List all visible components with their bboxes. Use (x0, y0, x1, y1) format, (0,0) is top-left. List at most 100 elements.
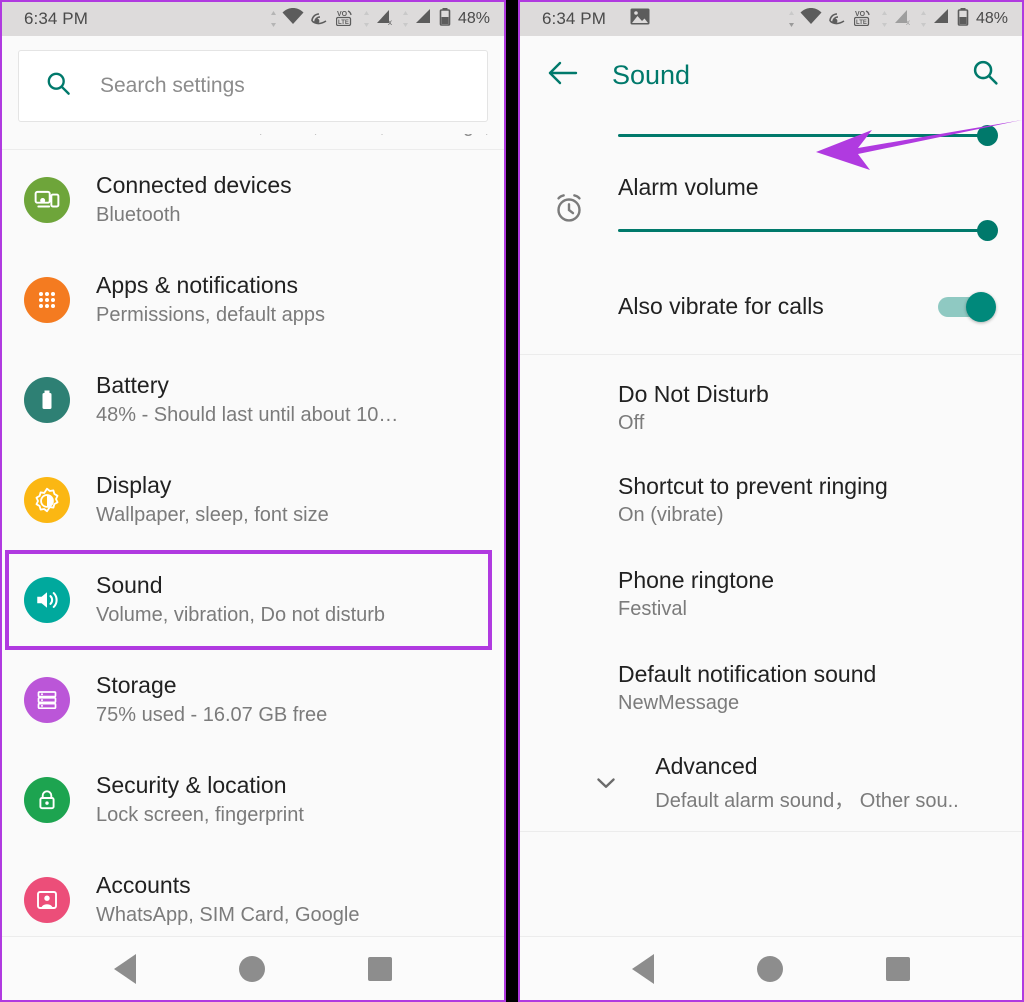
slider-track[interactable] (618, 219, 998, 241)
row-text: Accounts WhatsApp, SIM Card, Google (96, 872, 359, 928)
settings-list[interactable]: Network & internet, Wi-Fi, mobile, data … (2, 134, 504, 936)
row-subtitle: Bluetooth (96, 203, 181, 226)
left-phone-panel: 6:34 PM VO LTE x 48% Search settings Con… (0, 0, 506, 1002)
pref-subtitle: On (vibrate) (618, 504, 724, 526)
row-title: Security & location (96, 772, 287, 799)
panel-divider (506, 0, 518, 1002)
signal-icon (932, 8, 952, 31)
pref-row-advanced[interactable]: Advanced Default alarm sound， Other sou.… (520, 735, 1022, 832)
slider-track[interactable] (618, 124, 998, 146)
row-subtitle: WhatsApp, SIM Card, Google (96, 903, 360, 926)
pref-row-default-notification-sound[interactable]: Default notification sound NewMessage (520, 641, 1022, 735)
pref-row-phone-ringtone[interactable]: Phone ringtone Festival (520, 547, 1022, 641)
row-text: Sound Volume, vibration, Do not disturb (96, 572, 385, 628)
alarm-volume-row[interactable]: Alarm volume (520, 150, 1022, 263)
settings-row-display[interactable]: Display Wallpaper, sleep, font size (2, 450, 504, 550)
slider-bar (618, 133, 996, 137)
row-title: Battery (96, 372, 169, 399)
settings-row-storage[interactable]: Storage 75% used - 16.07 GB free (2, 650, 504, 750)
svg-text:LTE: LTE (856, 20, 867, 26)
row-text: Apps & notifications Permissions, defaul… (96, 272, 325, 328)
pref-title: Do Not Disturb (618, 381, 769, 407)
data-transfer-icon-3 (920, 11, 927, 27)
image-icon (630, 8, 650, 30)
battery-icon (439, 7, 451, 31)
sound-settings-list[interactable]: Alarm volume Also vibrate for calls Do N… (520, 114, 1022, 936)
battery-percent: 48% (457, 10, 490, 27)
data-transfer-icon-2 (363, 11, 370, 27)
hotspot-icon (827, 8, 849, 31)
home-circle-icon[interactable] (238, 955, 265, 982)
right-phone-panel: 6:34 PM VO LTE x 48% Sound Alarm volume … (518, 0, 1024, 1002)
row-subtitle: 75% used - 16.07 GB free (96, 703, 328, 726)
back-arrow-icon[interactable] (548, 60, 578, 91)
home-circle-icon[interactable] (756, 955, 783, 982)
search-placeholder: Search settings (100, 74, 245, 97)
settings-row-battery[interactable]: Battery 48% - Should last until about 10… (2, 350, 504, 450)
search-icon[interactable] (971, 58, 1000, 92)
row-title: Storage (96, 672, 177, 699)
account-icon (24, 877, 70, 923)
back-triangle-icon[interactable] (113, 953, 136, 984)
signal-no-service-icon: x (375, 8, 397, 31)
search-input[interactable]: Search settings (18, 50, 488, 122)
settings-row-apps-notifications[interactable]: Apps & notifications Permissions, defaul… (2, 250, 504, 350)
row-subtitle: Permissions, default apps (96, 303, 326, 326)
cut-off-list-row: Network & internet, Wi-Fi, mobile, data … (2, 134, 504, 150)
apps-grid-icon (24, 277, 70, 323)
recents-square-icon[interactable] (886, 956, 911, 981)
slider-knob[interactable] (977, 219, 998, 241)
status-time: 6:34 PM (24, 9, 89, 28)
brightness-icon (24, 477, 70, 523)
app-bar: Sound (520, 36, 1022, 114)
advanced-text: Advanced Default alarm sound， Other sou.… (655, 753, 958, 813)
volte-icon: VO LTE (853, 8, 876, 31)
battery-percent: 48% (975, 10, 1008, 27)
wifi-icon (282, 7, 304, 31)
nav-bar-left[interactable] (2, 936, 504, 1000)
pref-subtitle: NewMessage (618, 692, 740, 714)
pref-subtitle: Festival (618, 598, 687, 620)
wifi-icon (800, 7, 822, 31)
chevron-down-icon[interactable] (583, 769, 629, 797)
slider-bar (618, 228, 996, 232)
status-bar-left: 6:34 PM VO LTE x 48% (2, 2, 504, 36)
volume-icon (24, 577, 70, 623)
ring-volume-slider-clipped[interactable] (520, 114, 1022, 150)
settings-row-connected-devices[interactable]: Connected devices Bluetooth (2, 150, 504, 250)
status-bar-right: 6:34 PM VO LTE x 48% (520, 2, 1022, 36)
lock-icon (24, 777, 70, 823)
pref-row-do-not-disturb[interactable]: Do Not Disturb Off (520, 355, 1022, 453)
row-title: Apps & notifications (96, 272, 299, 299)
pref-row-shortcut-prevent-ringing[interactable]: Shortcut to prevent ringing On (vibrate) (520, 453, 1022, 547)
back-triangle-icon[interactable] (631, 953, 654, 984)
vibrate-toggle-switch[interactable] (938, 291, 996, 322)
signal-no-service-icon: x (893, 8, 915, 31)
hotspot-icon (309, 8, 331, 31)
slider-knob[interactable] (977, 124, 998, 146)
status-time: 6:34 PM (542, 9, 607, 28)
nav-bar-right[interactable] (520, 936, 1022, 1000)
pref-title: Advanced (655, 753, 758, 779)
alarm-slider-body[interactable]: Alarm volume (618, 174, 998, 241)
data-transfer-icon (270, 11, 277, 27)
connected-devices-icon (24, 177, 70, 223)
row-title: Display (96, 472, 172, 499)
status-icons-right: VO LTE x 48% (788, 7, 1008, 31)
settings-row-accounts[interactable]: Accounts WhatsApp, SIM Card, Google (2, 850, 504, 936)
vibrate-toggle-label: Also vibrate for calls (618, 293, 824, 319)
screenshot-stage: 6:34 PM VO LTE x 48% Search settings Con… (0, 0, 1024, 1002)
status-icons-left: VO LTE x 48% (270, 7, 490, 31)
row-text: Display Wallpaper, sleep, font size (96, 472, 329, 528)
pref-subtitle: Off (618, 412, 645, 434)
recents-square-icon[interactable] (368, 956, 393, 981)
settings-row-sound[interactable]: Sound Volume, vibration, Do not disturb (2, 550, 504, 650)
battery-icon (24, 377, 70, 423)
row-title: Connected devices (96, 172, 292, 199)
row-text: Connected devices Bluetooth (96, 172, 292, 228)
data-transfer-icon-2 (881, 11, 888, 27)
signal-icon (414, 8, 434, 31)
settings-row-security-location[interactable]: Security & location Lock screen, fingerp… (2, 750, 504, 850)
also-vibrate-for-calls-row[interactable]: Also vibrate for calls (520, 263, 1022, 355)
data-transfer-icon (788, 11, 795, 27)
